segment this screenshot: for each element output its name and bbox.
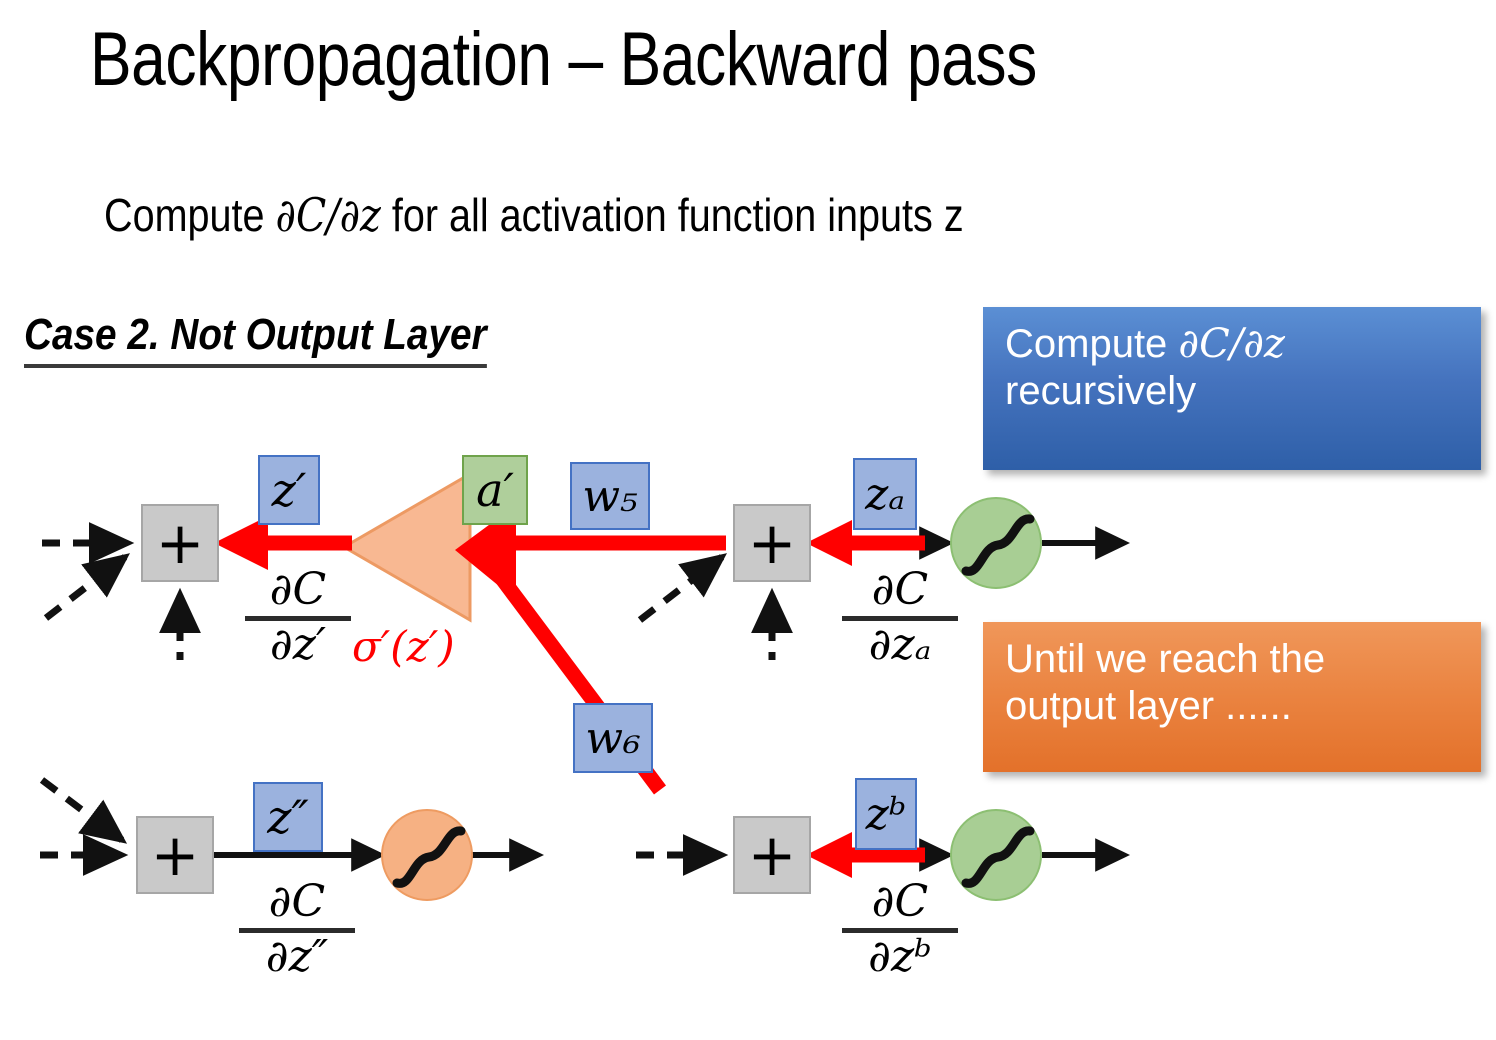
dashed-inputs-bottom-left [39, 777, 129, 876]
sigmoid-icon [961, 826, 1035, 888]
case-heading: Case 2. Not Output Layer [24, 310, 487, 368]
sigma-prime-label: σ′(z′) [352, 622, 455, 671]
callout-orange-line2: output layer ...... [1005, 684, 1292, 729]
fraction-numerator: ∂C [268, 876, 326, 927]
sigmoid-icon [961, 514, 1035, 576]
fraction-dc-dzdoubleprime: ∂C ∂z″ [237, 876, 357, 982]
fraction-denominator: ∂z′ [270, 618, 326, 670]
callout-blue-line1-prefix: Compute [1005, 322, 1179, 366]
slide-subtitle: Compute ∂C/∂z for all activation functio… [104, 190, 1239, 241]
sum-node-bottom-left: + [136, 816, 214, 894]
subtitle-prefix: Compute [104, 189, 276, 241]
label-w5: w₅ [570, 462, 650, 530]
sum-node-top-left: + [141, 504, 219, 582]
label-z-double-prime: z″ [253, 782, 323, 852]
fraction-denominator: ∂z″ [265, 930, 329, 982]
activation-neuron-bottom-right [950, 809, 1042, 901]
fraction-dc-dzb: ∂C ∂zᵇ [840, 876, 960, 982]
label-z-prime: z′ [258, 455, 320, 525]
label-z-b: zᵇ [855, 778, 917, 850]
sum-node-top-right: + [733, 504, 811, 582]
sigmoid-icon [392, 826, 466, 888]
activation-neuron-top-right [950, 497, 1042, 589]
fraction-numerator: ∂C [269, 564, 327, 615]
activation-neuron-bottom-left [381, 809, 473, 901]
label-w6: w₆ [573, 703, 653, 773]
callout-blue-line1-math: ∂C/∂z [1178, 321, 1285, 367]
fraction-numerator: ∂C [871, 876, 929, 927]
fraction-numerator: ∂C [871, 564, 929, 615]
sigma-prime-triangle [341, 471, 472, 623]
page-title: Backpropagation – Backward pass [90, 17, 1037, 102]
callout-compute-recursively: Compute ∂C/∂z recursively [983, 307, 1481, 470]
subtitle-suffix: for all activation function inputs z [380, 189, 964, 241]
label-z-a: zₐ [853, 458, 917, 530]
fraction-denominator: ∂zᵇ [868, 930, 932, 982]
callout-until-output-layer: Until we reach the output layer ...... [983, 622, 1481, 772]
fraction-denominator: ∂zₐ [868, 618, 932, 670]
label-a-prime: a′ [462, 455, 528, 525]
callout-blue-line1: Compute ∂C/∂z [1005, 321, 1461, 368]
callout-orange-line1: Until we reach the [1005, 637, 1326, 681]
fraction-dc-dza: ∂C ∂zₐ [840, 564, 960, 670]
slide-canvas: Backpropagation – Backward pass Compute … [0, 0, 1496, 1040]
callout-blue-line2: recursively [1005, 369, 1197, 414]
fraction-dc-dzprime: ∂C ∂z′ [243, 564, 353, 670]
sum-node-bottom-right: + [733, 816, 811, 894]
subtitle-math: ∂C/∂z [275, 188, 381, 242]
